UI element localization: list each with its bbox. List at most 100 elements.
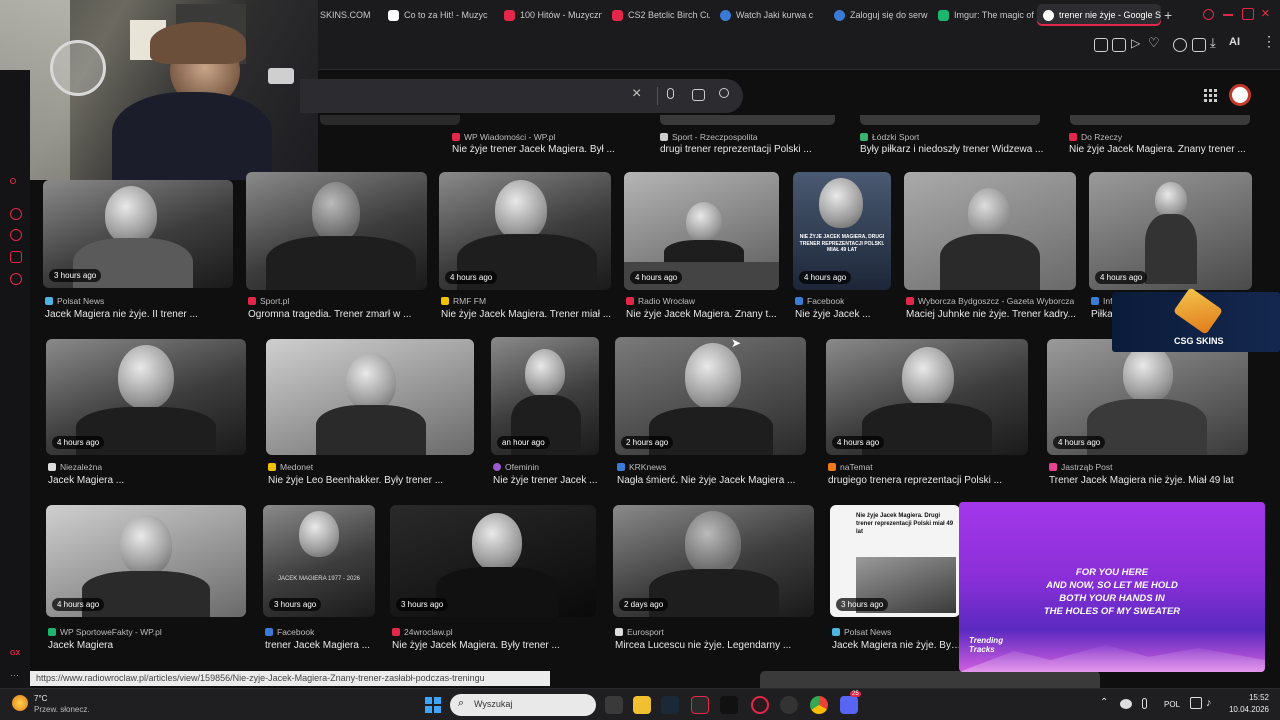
result-thumbnail[interactable]: 4 hours ago xyxy=(1089,172,1252,290)
result-card[interactable]: 4 hours ago Niezależna Jacek Magiera ... xyxy=(46,339,246,489)
result-thumbnail[interactable]: 4 hours ago xyxy=(624,172,779,290)
result-card[interactable]: 3 hours ago Polsat News Jacek Magiera ni… xyxy=(43,180,233,325)
tab-1[interactable]: Co to za Hit! - Muzyc xyxy=(382,4,494,26)
thumbnail[interactable] xyxy=(940,671,1100,688)
download-icon[interactable]: ⤓ xyxy=(1210,35,1216,51)
thumbnail[interactable] xyxy=(1070,115,1250,125)
weather-icon[interactable] xyxy=(12,695,28,711)
result-title[interactable]: Jacek Magiera ... xyxy=(48,475,248,486)
result-card[interactable]: 4 hours ago RMF FM Nie żyje Jacek Magier… xyxy=(439,172,611,325)
player-icon[interactable]: ▷ xyxy=(1131,36,1140,50)
result-card[interactable]: Medonet Nie żyje Leo Beenhakker. Były tr… xyxy=(266,339,474,489)
thumbnail[interactable] xyxy=(860,115,1040,125)
snapshot-icon[interactable] xyxy=(1112,38,1126,52)
result-card[interactable]: Sport.pl Ogromna tragedia. Trener zmarł … xyxy=(246,172,427,325)
taskbar-search[interactable]: ⌕ Wyszukaj xyxy=(450,694,596,716)
csg-skins-ad[interactable]: CSG SKINS xyxy=(1112,287,1280,352)
steam-icon[interactable] xyxy=(661,696,679,714)
result-card[interactable]: 2 hours ago KRKnews Nagła śmierć. Nie ży… xyxy=(615,337,806,489)
result-title[interactable]: Były piłkarz i niedoszły trener Widzewa … xyxy=(860,144,1060,155)
sidebar-gx-icon[interactable]: GX xyxy=(10,650,20,657)
menu-icon[interactable]: ⋮ xyxy=(1262,33,1276,50)
heart-icon[interactable]: ♡ xyxy=(1148,35,1160,51)
share-icon[interactable] xyxy=(1192,38,1206,52)
weather-temp[interactable]: 7°C xyxy=(34,694,47,703)
extensions-icon[interactable] xyxy=(1173,38,1187,52)
tray-cloud-icon[interactable] xyxy=(1120,699,1132,709)
result-title[interactable]: Nie żyje trener Jacek Magiera. Był ... xyxy=(452,144,622,155)
task-view-icon[interactable] xyxy=(605,696,623,714)
result-thumbnail[interactable]: 2 days ago xyxy=(613,505,814,617)
sidebar-history-icon[interactable] xyxy=(10,229,22,241)
result-thumbnail[interactable]: JACEK MAGIERA 1977 - 2026 3 hours ago xyxy=(263,505,375,617)
result-thumbnail[interactable] xyxy=(246,172,427,290)
result-card[interactable]: 4 hours ago Radio Wrocław Nie żyje Jacek… xyxy=(624,172,779,325)
tab-4[interactable]: Watch Jaki kurwa c xyxy=(714,4,824,26)
result-thumbnail[interactable]: 4 hours ago xyxy=(1047,339,1248,455)
result-thumbnail[interactable]: 4 hours ago xyxy=(46,339,246,455)
result-thumbnail[interactable]: 4 hours ago xyxy=(46,505,246,617)
avatar[interactable] xyxy=(1229,84,1251,106)
clock-time[interactable]: 15:52 xyxy=(1225,693,1269,702)
result-thumbnail[interactable]: 3 hours ago xyxy=(390,505,596,617)
result-card[interactable]: Do Rzeczy Nie żyje Jacek Magiera. Znany … xyxy=(1067,130,1257,162)
new-tab-icon[interactable]: + xyxy=(1164,7,1172,23)
result-title[interactable]: Nie żyje Jacek Magiera. Znany t... xyxy=(626,309,781,320)
result-title[interactable]: Nie żyje Jacek ... xyxy=(795,309,893,320)
result-title[interactable]: Nie żyje Leo Beenhakker. Były trener ... xyxy=(268,475,476,486)
result-thumbnail[interactable]: NIE ŻYJE JACEK MAGIERA, DRUGI TRENER REP… xyxy=(793,172,891,290)
result-title[interactable]: Jacek Magiera nie żyje. II trener ... xyxy=(45,309,235,320)
result-thumbnail[interactable] xyxy=(266,339,474,455)
result-card[interactable]: Wyborcza Bydgoszcz - Gazeta Wyborcza Mac… xyxy=(904,172,1076,325)
thumbnail[interactable] xyxy=(320,115,460,125)
sidebar-extensions-icon[interactable] xyxy=(10,251,22,263)
result-card[interactable]: WP Wiadomości - WP.pl Nie żyje trener Ja… xyxy=(450,130,620,162)
result-card[interactable]: JACEK MAGIERA 1977 - 2026 3 hours ago Fa… xyxy=(263,505,375,655)
result-card[interactable]: 4 hours ago naTemat drugiego trenera rep… xyxy=(826,339,1028,489)
result-card[interactable]: Łódzki Sport Były piłkarz i niedoszły tr… xyxy=(858,130,1058,162)
result-title[interactable]: Mircea Lucescu nie żyje. Legendarny ... xyxy=(615,640,816,651)
result-title[interactable]: drugi trener reprezentacji Polski ... xyxy=(660,144,850,155)
tray-volume-icon[interactable]: ♪ xyxy=(1206,697,1212,709)
sidebar-dot-icon[interactable] xyxy=(10,178,16,184)
result-title[interactable]: Jacek Magiera nie żyje. Był tr xyxy=(832,640,962,651)
result-title[interactable]: Nagła śmierć. Nie żyje Jacek Magiera ... xyxy=(617,475,808,486)
result-title[interactable]: trener Jacek Magiera ... xyxy=(265,640,377,651)
thumbnail[interactable] xyxy=(660,115,835,125)
tab-active[interactable]: trener nie żyje - Google Se xyxy=(1037,4,1161,26)
result-card[interactable]: 4 hours ago Jastrząb Post Trener Jacek M… xyxy=(1047,339,1248,489)
maximize-icon[interactable] xyxy=(1242,8,1254,20)
apps-grid-icon[interactable] xyxy=(1204,89,1217,102)
result-thumbnail[interactable] xyxy=(904,172,1076,290)
result-thumbnail[interactable]: an hour ago xyxy=(491,337,599,455)
search-bar[interactable]: × xyxy=(300,79,743,113)
result-title[interactable]: Nie żyje Jacek Magiera. Były trener ... xyxy=(392,640,598,651)
brave-icon[interactable] xyxy=(691,696,709,714)
tab-3[interactable]: CS2 Betclic Birch Cu xyxy=(606,4,710,26)
result-title[interactable]: drugiego trenera reprezentacji Polski ..… xyxy=(828,475,1030,486)
result-title[interactable]: Nie żyje trener Jacek ... xyxy=(493,475,601,486)
result-card[interactable]: 2 days ago Eurosport Mircea Lucescu nie … xyxy=(613,505,814,655)
lens-search-icon[interactable] xyxy=(692,89,705,101)
search-tabs-icon[interactable] xyxy=(1203,9,1214,20)
app-icon[interactable] xyxy=(780,696,798,714)
thumbnail[interactable] xyxy=(760,671,960,688)
clock-date[interactable]: 10.04.2026 xyxy=(1215,705,1269,714)
search-icon[interactable] xyxy=(719,88,729,98)
sidebar-player-icon[interactable] xyxy=(10,208,22,220)
tray-chevron-icon[interactable]: ⌃ xyxy=(1100,697,1108,708)
result-thumbnail[interactable]: 2 hours ago xyxy=(615,337,806,455)
voice-search-icon[interactable] xyxy=(667,88,674,99)
result-thumbnail[interactable]: Nie żyje Jacek Magiera. Drugi trener rep… xyxy=(830,505,960,617)
tab-5[interactable]: Zaloguj się do serwi xyxy=(828,4,928,26)
result-card[interactable]: NIE ŻYJE JACEK MAGIERA, DRUGI TRENER REP… xyxy=(793,172,891,325)
result-card[interactable]: 3 hours ago 24wroclaw.pl Nie żyje Jacek … xyxy=(390,505,596,655)
result-thumbnail[interactable]: 4 hours ago xyxy=(826,339,1028,455)
result-card[interactable]: Nie żyje Jacek Magiera. Drugi trener rep… xyxy=(830,505,962,655)
start-icon[interactable] xyxy=(425,697,441,713)
chrome-icon[interactable] xyxy=(810,696,828,714)
result-title[interactable]: Trener Jacek Magiera nie żyje. Miał 49 l… xyxy=(1049,475,1250,486)
language-indicator[interactable]: POL xyxy=(1164,700,1180,709)
result-title[interactable]: Maciej Juhnke nie żyje. Trener kadry... xyxy=(906,309,1078,320)
result-title[interactable]: Nie żyje Jacek Magiera. Znany trener ... xyxy=(1069,144,1259,155)
